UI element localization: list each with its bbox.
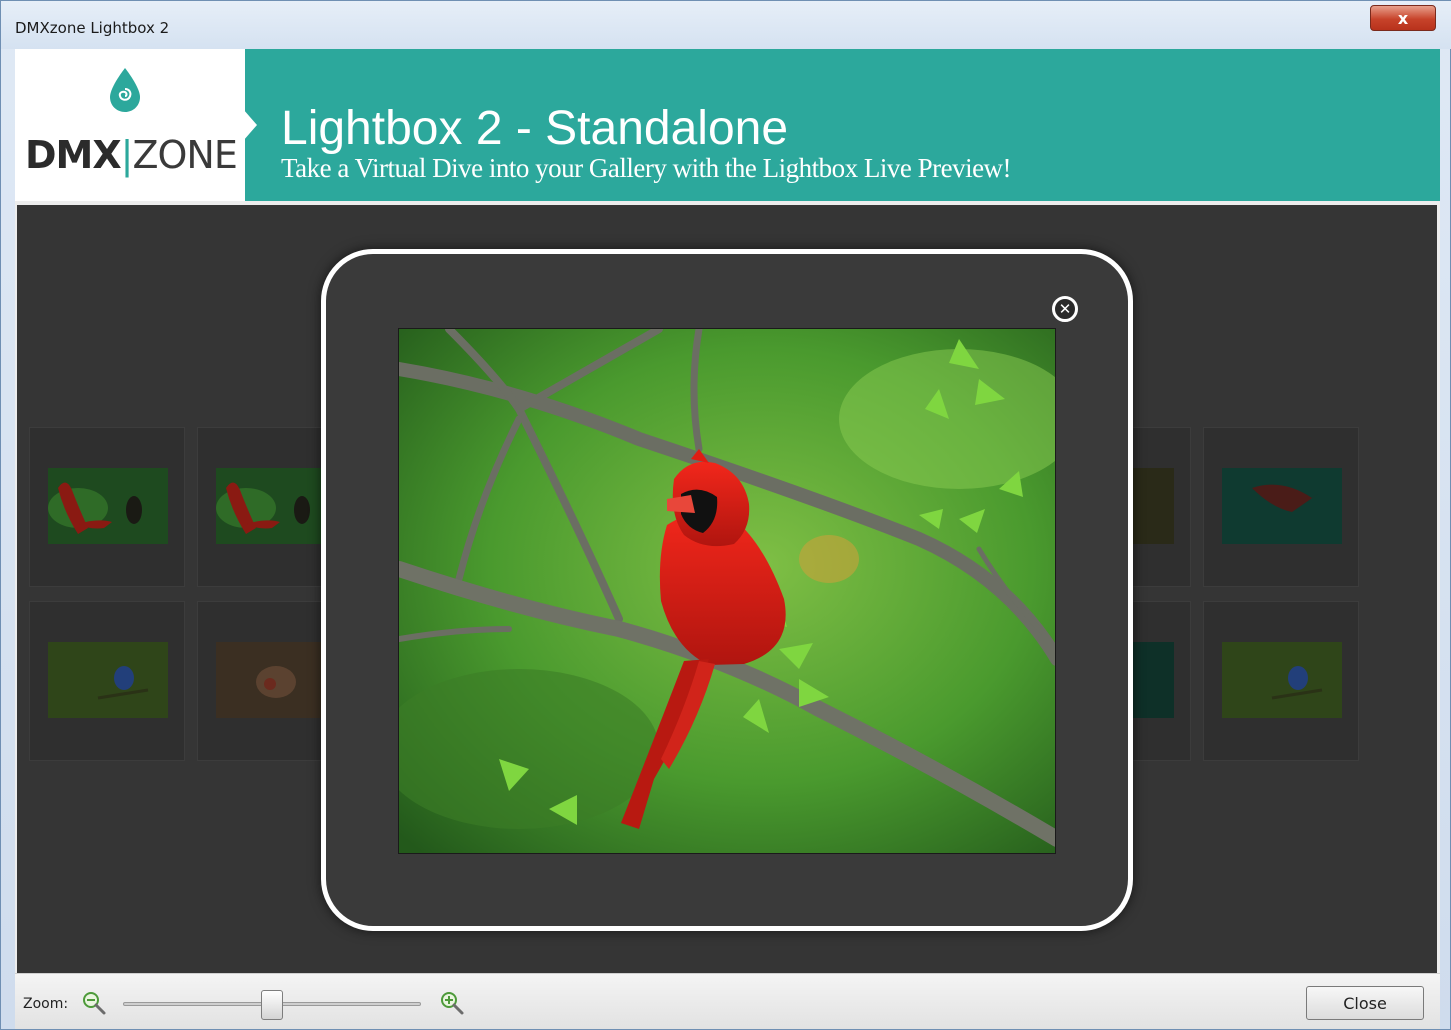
banner-title: Lightbox 2 - Standalone [281, 102, 789, 155]
cardinal-photo [399, 329, 1055, 853]
gallery-stage: ✕ [17, 205, 1437, 973]
thumbnail-image [1222, 642, 1342, 718]
content-area: DMX|ZONE Lightbox 2 - Standalone Take a … [15, 49, 1440, 1029]
thumbnail-image [1222, 468, 1342, 544]
water-drop-icon [110, 68, 140, 112]
thumbnail-image [48, 468, 168, 544]
gallery-thumbnail[interactable] [1203, 601, 1359, 761]
thumbnail-image [48, 642, 168, 718]
status-bar: Zoom: Close [15, 973, 1440, 1029]
zoom-in-icon[interactable] [439, 990, 465, 1016]
thumbnail-image [216, 468, 336, 544]
app-window: DMXzone Lightbox 2 x DMX|ZONE Lightbox 2… [0, 0, 1451, 1030]
window-close-button[interactable]: x [1370, 5, 1436, 31]
logo-notch [243, 109, 257, 141]
title-bar: DMXzone Lightbox 2 x [1, 1, 1451, 49]
lightbox-photo [398, 328, 1056, 854]
lightbox-close-icon[interactable]: ✕ [1052, 296, 1078, 322]
zoom-label: Zoom: [23, 996, 69, 1012]
zoom-out-icon[interactable] [81, 990, 107, 1016]
header-banner: DMX|ZONE Lightbox 2 - Standalone Take a … [15, 49, 1440, 201]
logo-wordmark: DMX|ZONE [25, 133, 238, 177]
lightbox-popup: ✕ [321, 249, 1133, 931]
zoom-slider-thumb[interactable] [261, 990, 283, 1020]
close-button[interactable]: Close [1306, 986, 1424, 1020]
thumbnail-image [216, 642, 336, 718]
gallery-thumbnail[interactable] [1203, 427, 1359, 587]
banner-subtitle: Take a Virtual Dive into your Gallery wi… [281, 153, 1012, 183]
window-title: DMXzone Lightbox 2 [15, 19, 170, 37]
gallery-thumbnail[interactable] [29, 601, 185, 761]
dmxzone-logo: DMX|ZONE [15, 49, 245, 201]
gallery-thumbnail[interactable] [29, 427, 185, 587]
close-icon: x [1397, 8, 1409, 28]
